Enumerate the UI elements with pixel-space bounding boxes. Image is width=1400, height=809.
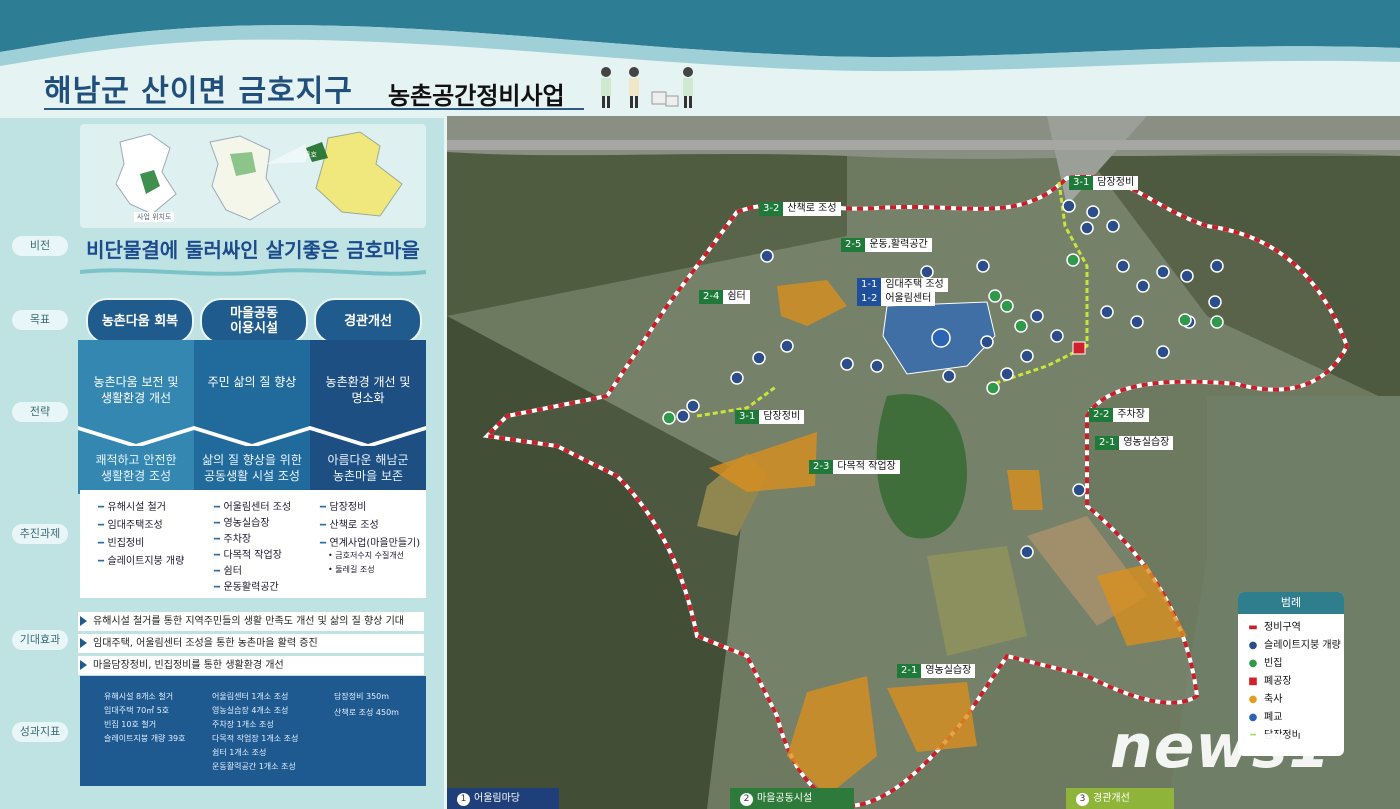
task-item: ━ 영농실습장 xyxy=(214,518,270,529)
farmers-illustration xyxy=(601,67,693,108)
result-item: 쉼터 1개소 조성 xyxy=(212,748,267,757)
page-subtitle: 농촌공간정비사업 xyxy=(388,82,565,110)
map-label: 1-1 임대주택 조성 xyxy=(857,278,948,292)
legend-item: ● 축사 xyxy=(1246,692,1283,707)
legend-title: 범례 xyxy=(1238,592,1344,614)
factory-icon: ■ xyxy=(1248,676,1258,687)
map-label: 3-1 담장정비 xyxy=(1069,176,1139,190)
strategy-bottom-2: 삶의 질 향상을 위한 공동생활 시설 조성 xyxy=(202,453,302,483)
strategy-bottom-3: 아름다운 해남군 농촌마을 보존 xyxy=(327,453,409,483)
row-label-vision: 비전 xyxy=(12,236,68,256)
map-label: 3-2 산책로 조성 xyxy=(759,202,841,216)
location-minimap: 사업 위치도 금호 xyxy=(80,124,426,228)
tasks-box: ━ 유해시설 철거 ━ 임대주택조성 ━ 빈집정비 ━ 슬레이트지붕 개량 ━ … xyxy=(80,490,426,598)
goal-pill-3: 경관개선 xyxy=(314,298,422,344)
legend-item: ● 슬레이트지붕 개량 xyxy=(1246,638,1341,653)
roof-icon: ● xyxy=(1248,640,1258,651)
goal-pill-2: 마을공동 이용시설 xyxy=(200,298,308,344)
result-item: 슬레이트지붕 개량 39호 xyxy=(104,734,186,743)
map-label: 2-2 주차장 xyxy=(1089,408,1149,422)
strategy-top-1: 농촌다움 보전 및 생활환경 개선 xyxy=(93,375,179,405)
strategy-col-2: 주민 삶의 질 향상 삶의 질 향상을 위한 공동생활 시설 조성 xyxy=(194,340,310,494)
strategy-chevron xyxy=(194,426,310,446)
task-item: ━ 빈집정비 xyxy=(98,538,145,549)
result-item: 빈집 10호 철거 xyxy=(104,720,157,729)
tab-1[interactable]: 1 어울림마당 xyxy=(447,788,559,809)
result-item: 유해시설 8개소 철거 xyxy=(104,692,174,701)
house-icon: ● xyxy=(1248,658,1258,669)
strategy-top-3: 농촌환경 개선 및 명소화 xyxy=(325,375,411,405)
task-item: ━ 유해시설 철거 xyxy=(98,502,166,513)
task-item: ━ 산책로 조성 xyxy=(320,520,379,531)
news1-watermark: news1 xyxy=(1110,712,1332,782)
row-label-effects: 기대효과 xyxy=(12,630,68,650)
school-icon xyxy=(931,328,951,348)
vision-underline-wave xyxy=(80,268,426,276)
boundary-line-icon: ▬ xyxy=(1248,622,1258,633)
effect-row: 마을담장정비, 빈집정비를 통한 생활환경 개선 xyxy=(78,656,424,675)
bullet-triangle-icon xyxy=(80,638,87,648)
page-title: 해남군 산이면 금호지구 xyxy=(44,74,353,109)
result-item: 운동활력공간 1개소 조성 xyxy=(212,762,296,771)
task-item: ━ 어울림센터 조성 xyxy=(214,502,292,513)
row-label-goal: 목표 xyxy=(12,310,68,330)
task-item: ━ 다목적 작업장 xyxy=(214,550,282,561)
title-underline xyxy=(44,108,584,110)
tab-3[interactable]: 3 경관개선 xyxy=(1066,788,1174,809)
strategy-bottom-1: 쾌적하고 안전한 생활환경 조성 xyxy=(95,453,177,483)
bullet-triangle-icon xyxy=(80,660,87,670)
result-item: 담장정비 350m xyxy=(334,692,390,701)
row-label-strategy: 전략 xyxy=(12,402,68,422)
legend-item: ▬ 정비구역 xyxy=(1246,620,1301,635)
map-label: 2-4 쉼터 xyxy=(699,290,750,304)
result-item: 어울림센터 1개소 조성 xyxy=(212,692,289,701)
strategy-chevron xyxy=(310,426,426,446)
bullet-triangle-icon xyxy=(80,616,87,626)
task-item: ━ 쉼터 xyxy=(214,566,242,577)
result-item: 산책로 조성 450m xyxy=(334,708,399,717)
strategy-chevron xyxy=(78,426,194,446)
effect-row: 유해시설 철거를 통한 지역주민들의 생활 만족도 개선 및 삶의 질 향상 기… xyxy=(78,612,424,631)
task-subitem: • 금호저수지 수질개선 xyxy=(328,551,405,560)
task-item: ━ 연계사업(마을만들기) xyxy=(320,538,421,549)
result-item: 주차장 1개소 조성 xyxy=(212,720,274,729)
strategy-col-1: 농촌다움 보전 및 생활환경 개선 쾌적하고 안전한 생활환경 조성 xyxy=(78,340,194,494)
map-label: 3-1 담장정비 xyxy=(735,410,805,424)
result-item: 임대주택 70㎡ 5호 xyxy=(104,706,170,715)
task-item: ━ 담장정비 xyxy=(320,502,367,513)
result-item: 영농실습장 4개소 조성 xyxy=(212,706,289,715)
location-map-graphic xyxy=(115,131,403,221)
goal-pill-1: 농촌다움 회복 xyxy=(86,298,194,344)
map-label: 2-5 운동,활력공간 xyxy=(841,238,932,252)
map-label: 2-1 영농실습장 xyxy=(1095,436,1174,450)
tab-2[interactable]: 2 마을공동시설 xyxy=(730,788,854,809)
minimap-caption: 사업 위치도 xyxy=(134,212,175,222)
map-label: 2-1 영농실습장 xyxy=(897,664,976,678)
task-item: ━ 슬레이트지붕 개량 xyxy=(98,556,185,567)
result-item: 다목적 작업장 1개소 조성 xyxy=(212,734,299,743)
effect-row: 임대주택, 어울림센터 조성을 통한 농촌마을 활력 증진 xyxy=(78,634,424,653)
task-item: ━ 운동활력공간 xyxy=(214,582,279,593)
factory-icon xyxy=(1072,341,1086,355)
legend-item: ● 빈집 xyxy=(1246,656,1283,671)
map-label: 2-3 다목적 작업장 xyxy=(809,460,900,474)
minimap-badge: 금호 xyxy=(304,151,317,159)
row-label-results: 성과지표 xyxy=(12,722,68,742)
task-item: ━ 임대주택조성 xyxy=(98,520,163,531)
results-box: 유해시설 8개소 철거 임대주택 70㎡ 5호 빈집 10호 철거 슬레이트지붕… xyxy=(80,676,426,786)
strategy-top-2: 주민 삶의 질 향상 xyxy=(207,375,297,389)
vision-statement: 비단물결에 둘러싸인 살기좋은 금호마을 xyxy=(86,238,420,262)
strategy-col-3: 농촌환경 개선 및 명소화 아름다운 해남군 농촌마을 보존 xyxy=(310,340,426,494)
map-label: 1-2 어울림센터 xyxy=(857,292,936,306)
task-item: ━ 주차장 xyxy=(214,534,252,545)
task-subitem: • 둘레길 조성 xyxy=(328,565,375,574)
legend-item: ■ 폐공장 xyxy=(1246,674,1291,689)
row-label-tasks: 추진과제 xyxy=(12,524,68,544)
barn-icon: ● xyxy=(1248,694,1258,705)
